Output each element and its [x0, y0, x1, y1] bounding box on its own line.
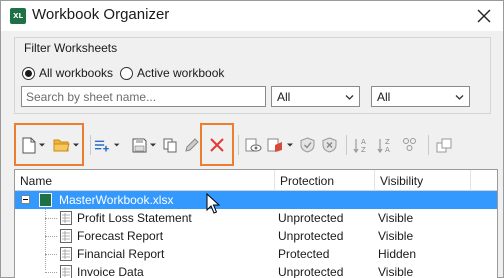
- shield-check-icon: [300, 137, 314, 153]
- visibility-filter-select[interactable]: All: [371, 86, 470, 107]
- add-sheet-button[interactable]: [94, 133, 120, 157]
- copy-sheet-button[interactable]: [160, 133, 180, 157]
- tree-guide-line: [45, 272, 57, 273]
- column-header-name[interactable]: Name: [15, 170, 275, 190]
- column-header-protection[interactable]: Protection: [275, 170, 375, 190]
- filter-group-title: Filter Worksheets: [24, 41, 118, 55]
- sort-za-icon: ZA: [377, 138, 390, 154]
- sheet-visibility: Hidden: [378, 247, 417, 261]
- grid-header: Name Protection Visibility: [15, 170, 497, 191]
- sheet-name: Forecast Report: [77, 229, 164, 243]
- dropdown-arrow-icon: [286, 143, 293, 147]
- add-list-icon: [94, 140, 109, 152]
- tree-guide-line: [45, 236, 57, 237]
- protect-all-button[interactable]: [296, 133, 318, 157]
- window-copy-button[interactable]: [432, 133, 456, 157]
- table-row[interactable]: Forecast Report Unprotected Visible: [15, 227, 497, 245]
- workbook-row[interactable]: MasterWorkbook.xlsx: [15, 191, 497, 209]
- open-folder-icon: [53, 139, 70, 152]
- svg-text:Z: Z: [385, 138, 390, 146]
- rename-sheet-button[interactable]: [182, 133, 200, 157]
- save-button[interactable]: [130, 133, 158, 157]
- worksheet-icon: [60, 211, 72, 225]
- radio-active-label: Active workbook: [137, 66, 225, 80]
- sheet-protection: Unprotected: [278, 211, 344, 225]
- svg-text:Z: Z: [361, 146, 366, 154]
- new-file-icon: [22, 137, 36, 153]
- toolbar-separator: [90, 135, 91, 155]
- sort-descending-button[interactable]: ZA: [374, 133, 396, 157]
- sheet-protection: Unprotected: [278, 229, 344, 243]
- rename-pencil-icon: [184, 137, 199, 152]
- table-row[interactable]: Invoice Data Unprotected Visible: [15, 263, 497, 278]
- radio-active-workbook[interactable]: Active workbook: [120, 65, 224, 81]
- shield-x-icon: [322, 137, 336, 153]
- sheet-search-input[interactable]: [21, 86, 266, 107]
- radio-checked-icon: [22, 66, 35, 80]
- protect-icon: [267, 138, 282, 152]
- visibility-select-value: All: [377, 90, 391, 104]
- protection-select-value: All: [277, 90, 291, 104]
- chevron-down-icon: [345, 95, 354, 100]
- title-bar: XL Workbook Organizer: [1, 1, 503, 31]
- hide-eye-icon: [245, 138, 261, 151]
- toolbar-separator: [428, 135, 429, 155]
- filter-worksheets-group: Filter Worksheets All workbooks Active w…: [14, 37, 491, 114]
- dropdown-arrow-icon: [149, 143, 156, 147]
- tree-guide-line: [45, 218, 57, 219]
- radio-unchecked-icon: [120, 66, 133, 80]
- sheet-visibility: Visible: [378, 265, 414, 278]
- workbook-name: MasterWorkbook.xlsx: [59, 193, 174, 207]
- sheet-name: Profit Loss Statement: [77, 211, 192, 225]
- sheet-name: Financial Report: [77, 247, 165, 261]
- toolbar-separator: [346, 135, 347, 155]
- radio-all-label: All workbooks: [39, 66, 114, 80]
- table-row[interactable]: Financial Report Protected Hidden: [15, 245, 497, 263]
- toolbar-separator: [238, 135, 239, 155]
- workbook-organizer-window: XL Workbook Organizer Filter Worksheets …: [0, 0, 504, 278]
- sort-az-icon: AZ: [353, 138, 366, 154]
- delete-x-icon: [210, 138, 224, 152]
- sheet-visibility: Visible: [378, 229, 414, 243]
- protect-sheet-button[interactable]: [266, 133, 294, 157]
- copy-window-icon: [436, 138, 452, 152]
- tab-color-icon: [402, 138, 416, 151]
- dropdown-arrow-icon: [72, 143, 79, 147]
- toolbar: AZ ZA: [14, 123, 491, 167]
- dropdown-arrow-icon: [39, 143, 45, 147]
- dropdown-arrow-icon: [113, 143, 120, 147]
- worksheet-icon: [60, 265, 72, 278]
- sheet-name: Invoice Data: [77, 265, 144, 278]
- unprotect-all-button[interactable]: [318, 133, 340, 157]
- column-header-visibility[interactable]: Visibility: [375, 170, 471, 190]
- svg-text:A: A: [385, 146, 390, 154]
- delete-sheet-button[interactable]: [204, 133, 230, 157]
- excel-workbook-icon: [39, 193, 52, 207]
- mouse-cursor-icon: [206, 193, 220, 214]
- table-row[interactable]: Profit Loss Statement Unprotected Visibl…: [15, 209, 497, 227]
- window-title: Workbook Organizer: [32, 6, 170, 23]
- sheet-visibility: Visible: [378, 211, 414, 225]
- worksheet-tree-grid: Name Protection Visibility MasterWorkboo…: [14, 169, 498, 278]
- copy-icon: [163, 138, 176, 152]
- close-button[interactable]: [475, 7, 493, 25]
- sort-ascending-button[interactable]: AZ: [350, 133, 372, 157]
- close-icon: [477, 9, 491, 23]
- tree-guide-line: [45, 254, 57, 255]
- open-workbook-button[interactable]: [50, 133, 82, 157]
- worksheet-icon: [60, 229, 72, 243]
- worksheet-icon: [60, 247, 72, 261]
- sheet-protection: Unprotected: [278, 265, 344, 278]
- new-workbook-button[interactable]: [20, 133, 48, 157]
- tab-color-button[interactable]: [398, 133, 420, 157]
- sheet-protection: Protected: [278, 247, 330, 261]
- protection-filter-select[interactable]: All: [271, 86, 360, 107]
- svg-text:A: A: [361, 138, 366, 146]
- excel-app-icon: XL: [10, 8, 26, 24]
- radio-all-workbooks[interactable]: All workbooks: [22, 65, 113, 81]
- collapse-toggle-icon[interactable]: [21, 195, 30, 204]
- hide-sheet-button[interactable]: [242, 133, 264, 157]
- chevron-down-icon: [455, 95, 464, 100]
- save-icon: [132, 138, 146, 152]
